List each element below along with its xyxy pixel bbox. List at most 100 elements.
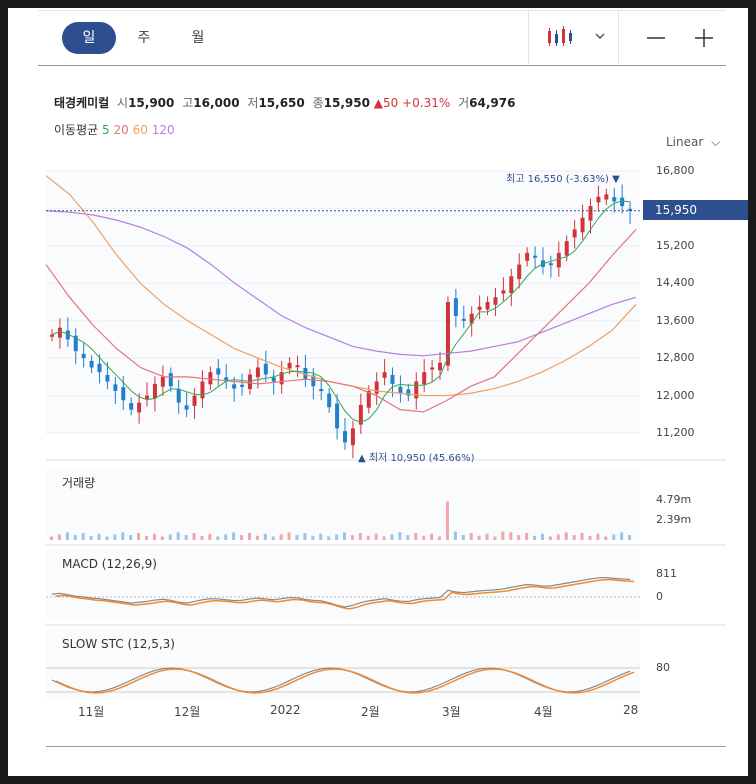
candle-body <box>295 365 300 368</box>
current-price-label: 15,950 <box>643 200 748 220</box>
volume-bar <box>430 533 434 540</box>
bottom-divider <box>46 746 726 747</box>
candle-body <box>89 360 94 368</box>
y-tick: 11,200 <box>656 426 695 439</box>
volume-bar <box>564 532 568 540</box>
volume-bar <box>588 535 592 540</box>
volume-bar <box>477 535 481 540</box>
volume-bar <box>65 532 69 540</box>
volume-bar <box>517 535 521 540</box>
candle-body <box>121 387 126 401</box>
volume-bar <box>271 536 275 540</box>
candle-body <box>97 363 102 373</box>
y-tick: 12,800 <box>656 351 695 364</box>
candle-body <box>319 389 324 392</box>
x-tick: 2월 <box>361 705 380 719</box>
candle-body <box>461 318 466 321</box>
candle-body <box>445 302 450 366</box>
volume-bar <box>152 533 156 540</box>
volume-bar <box>145 535 149 540</box>
volume-bar <box>350 535 354 540</box>
volume-bar <box>295 535 299 540</box>
y-tick: 12,000 <box>656 389 695 402</box>
candle-body <box>105 374 110 382</box>
volume-bar <box>137 533 141 540</box>
volume-bar <box>453 531 457 540</box>
volume-bar <box>461 535 465 540</box>
x-tick: 4월 <box>534 705 553 719</box>
volume-bar <box>596 533 600 540</box>
candle-body <box>129 403 134 410</box>
volume-bar <box>224 534 228 540</box>
volume-bar <box>485 533 489 540</box>
candle-body <box>477 306 482 310</box>
candle-body <box>430 367 435 370</box>
volume-bar <box>382 536 386 540</box>
volume-bar <box>509 532 513 540</box>
candle-body <box>525 252 530 261</box>
volume-bar <box>501 531 505 540</box>
volume-bar <box>319 533 323 540</box>
candle-body <box>184 405 189 410</box>
y-tick: 14,400 <box>656 276 695 289</box>
volume-bar <box>493 536 497 540</box>
candle-body <box>533 255 538 258</box>
candle-body <box>255 367 260 378</box>
volume-bar <box>160 536 164 540</box>
candle-body <box>287 362 292 369</box>
volume-bar <box>279 534 283 540</box>
volume-bar <box>327 536 331 540</box>
low-annotation: ▲ 최저 10,950 (45.66%) <box>358 453 475 464</box>
candle-body <box>501 290 506 294</box>
volume-bar <box>263 533 267 540</box>
candle-body <box>509 276 514 294</box>
candle-body <box>588 206 593 221</box>
volume-bar <box>366 535 370 540</box>
candle-body <box>564 241 569 256</box>
volume-bar <box>105 536 109 540</box>
volume-pane-label: 거래량 <box>62 476 96 490</box>
volume-bar <box>57 534 61 540</box>
candle-body <box>247 374 252 390</box>
volume-bar <box>113 534 117 540</box>
candle-body <box>57 327 62 338</box>
candle-body <box>398 386 403 394</box>
candle-body <box>208 372 213 385</box>
candle-body <box>493 297 498 305</box>
candle-body <box>50 334 54 337</box>
candle-body <box>548 263 553 266</box>
volume-bar <box>240 535 244 540</box>
volume-bar <box>97 533 101 540</box>
y-tick: 811 <box>656 567 677 580</box>
candle-body <box>343 431 347 443</box>
candle-body <box>81 353 86 359</box>
volume-bar <box>628 535 632 540</box>
volume-bar <box>533 535 537 540</box>
volume-bar <box>445 501 449 540</box>
high-annotation: 최고 16,550 (-3.63%) ▼ <box>506 174 620 185</box>
volume-bar <box>398 532 402 540</box>
stoch-pane-label: SLOW STC (12,5,3) <box>62 637 175 651</box>
x-tick: 2022 <box>270 703 301 717</box>
candle-body <box>517 264 522 280</box>
volume-bar <box>255 535 259 540</box>
candle-body <box>176 389 181 403</box>
candle-body <box>453 298 458 317</box>
volume-bar <box>540 533 544 540</box>
price-chart[interactable] <box>0 0 756 784</box>
volume-bar <box>469 533 473 540</box>
candle-body <box>216 368 221 375</box>
y-tick: 2.39m <box>656 513 692 526</box>
volume-bar <box>612 534 616 540</box>
candle-body <box>612 197 617 202</box>
x-tick: 12월 <box>174 705 201 719</box>
volume-bar <box>192 533 196 540</box>
y-tick: 4.79m <box>656 493 692 506</box>
candle-body <box>604 194 609 200</box>
volume-bar <box>572 535 576 540</box>
volume-bar <box>50 536 53 540</box>
y-tick: 0 <box>656 590 663 603</box>
volume-bar <box>335 534 339 540</box>
candle-body <box>152 383 157 399</box>
candle-body <box>469 313 474 324</box>
